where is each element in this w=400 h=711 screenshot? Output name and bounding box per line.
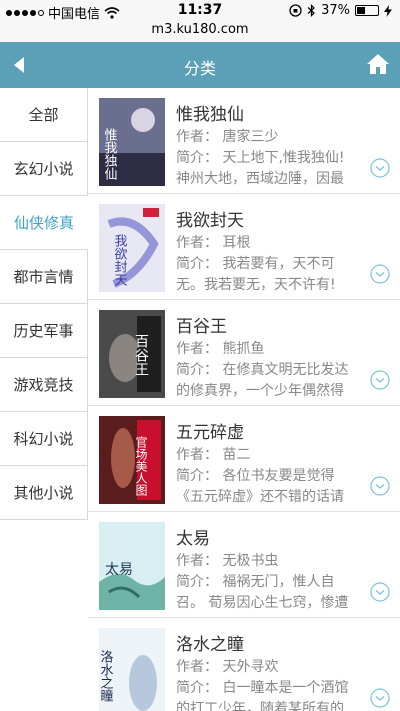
book-title[interactable]: 太易 [176, 524, 210, 549]
chevron-down-icon [370, 476, 390, 496]
battery-percent: 37% [321, 3, 350, 18]
book-cover[interactable]: 我欲封天 [99, 204, 165, 292]
book-title[interactable]: 五元碎虚 [176, 418, 244, 443]
expand-button[interactable] [370, 158, 390, 178]
chevron-down-icon [370, 688, 390, 708]
svg-text:惟我独仙: 惟我独仙 [102, 128, 118, 180]
book-intro: 简介： 我若要有，天不可无。我若要无，天不许有! [176, 256, 336, 293]
book-title[interactable]: 洛水之瞳 [176, 630, 244, 655]
chevron-down-icon [370, 264, 390, 284]
svg-text:百谷王: 百谷王 [133, 334, 149, 376]
expand-button[interactable] [370, 370, 390, 390]
charging-icon [384, 4, 392, 17]
bluetooth-icon [307, 4, 315, 17]
chevron-down-icon [370, 158, 390, 178]
book-intro: 简介： 在修真文明无比发达的修真界，一个少年偶然得 [176, 362, 349, 399]
book-item[interactable]: 太易 太易 作者： 无极书虫 简介： 福祸无门，惟人自召。 荀易因心生七窍，惨遭 [88, 512, 400, 618]
status-bar: 中国电信 11:37 37% [0, 0, 400, 22]
expand-button[interactable] [370, 476, 390, 496]
book-title[interactable]: 百谷王 [176, 312, 227, 337]
expand-button[interactable] [370, 688, 390, 708]
book-item[interactable]: 我欲封天 我欲封天 作者： 耳根 简介： 我若要有，天不可无。我若要无，天不许有… [88, 194, 400, 300]
category-xuanhuan[interactable]: 玄幻小说 [0, 142, 88, 196]
category-all[interactable]: 全部 [0, 88, 88, 142]
book-cover[interactable]: 百谷王 [99, 310, 165, 398]
expand-button[interactable] [370, 582, 390, 602]
book-intro: 简介： 天上地下,惟我独仙! 神州大地，西域边陲，因最 [176, 150, 345, 187]
page-title: 分类 [183, 59, 216, 78]
battery-icon [355, 5, 379, 16]
book-title[interactable]: 我欲封天 [176, 206, 244, 231]
book-intro: 简介： 白一瞳本是一个酒馆的打工少年，随着某所有的 [176, 680, 349, 711]
svg-text:我欲封天: 我欲封天 [112, 234, 128, 286]
book-author: 作者： 天外寻欢 [176, 659, 279, 675]
category-lishi[interactable]: 历史军事 [0, 304, 88, 358]
book-cover[interactable]: 太易 [99, 522, 165, 610]
home-icon [367, 54, 389, 74]
book-cover[interactable]: 洛水之瞳 [99, 628, 165, 711]
book-author: 作者： 苗二 [176, 447, 251, 463]
book-item[interactable]: 洛水之瞳 洛水之瞳 作者： 天外寻欢 简介： 白一瞳本是一个酒馆的打工少年，随着… [88, 618, 400, 711]
book-item[interactable]: 百谷王 百谷王 作者： 熊抓鱼 简介： 在修真文明无比发达的修真界，一个少年偶然… [88, 300, 400, 406]
category-sidebar: 全部 玄幻小说 仙侠修真 都市言情 历史军事 游戏竞技 科幻小说 其他小说 [0, 88, 88, 520]
app-header: 分类 [0, 42, 400, 88]
svg-text:官场美人图: 官场美人图 [134, 435, 148, 496]
book-author: 作者： 无极书虫 [176, 553, 279, 569]
category-youxi[interactable]: 游戏竞技 [0, 358, 88, 412]
orientation-lock-icon [289, 4, 302, 17]
book-list: 惟我独仙 惟我独仙 作者： 唐家三少 简介： 天上地下,惟我独仙! 神州大地，西… [88, 88, 400, 711]
home-button[interactable] [366, 52, 390, 76]
svg-text:太易: 太易 [105, 562, 133, 578]
book-author: 作者： 熊抓鱼 [176, 341, 265, 357]
chevron-down-icon [370, 582, 390, 602]
category-xianxia[interactable]: 仙侠修真 [0, 196, 88, 250]
svg-text:洛水之瞳: 洛水之瞳 [99, 650, 113, 702]
category-other[interactable]: 其他小说 [0, 466, 88, 520]
book-author: 作者： 唐家三少 [176, 129, 279, 145]
category-dushi[interactable]: 都市言情 [0, 250, 88, 304]
expand-button[interactable] [370, 264, 390, 284]
book-intro: 简介： 福祸无门，惟人自召。 荀易因心生七窍，惨遭 [176, 574, 349, 611]
book-item[interactable]: 官场美人图 五元碎虚 作者： 苗二 简介： 各位书友要是觉得《五元碎虚》还不错的… [88, 406, 400, 512]
book-item[interactable]: 惟我独仙 惟我独仙 作者： 唐家三少 简介： 天上地下,惟我独仙! 神州大地，西… [88, 88, 400, 194]
book-intro: 简介： 各位书友要是觉得《五元碎虚》还不错的话请 [176, 468, 344, 505]
book-cover[interactable]: 惟我独仙 [99, 98, 165, 186]
chevron-down-icon [370, 370, 390, 390]
category-kehuan[interactable]: 科幻小说 [0, 412, 88, 466]
book-title[interactable]: 惟我独仙 [176, 100, 244, 125]
url-bar[interactable]: m3.ku180.com [0, 22, 400, 42]
status-right: 37% [289, 3, 392, 18]
book-author: 作者： 耳根 [176, 235, 251, 251]
book-cover[interactable]: 官场美人图 [99, 416, 165, 504]
